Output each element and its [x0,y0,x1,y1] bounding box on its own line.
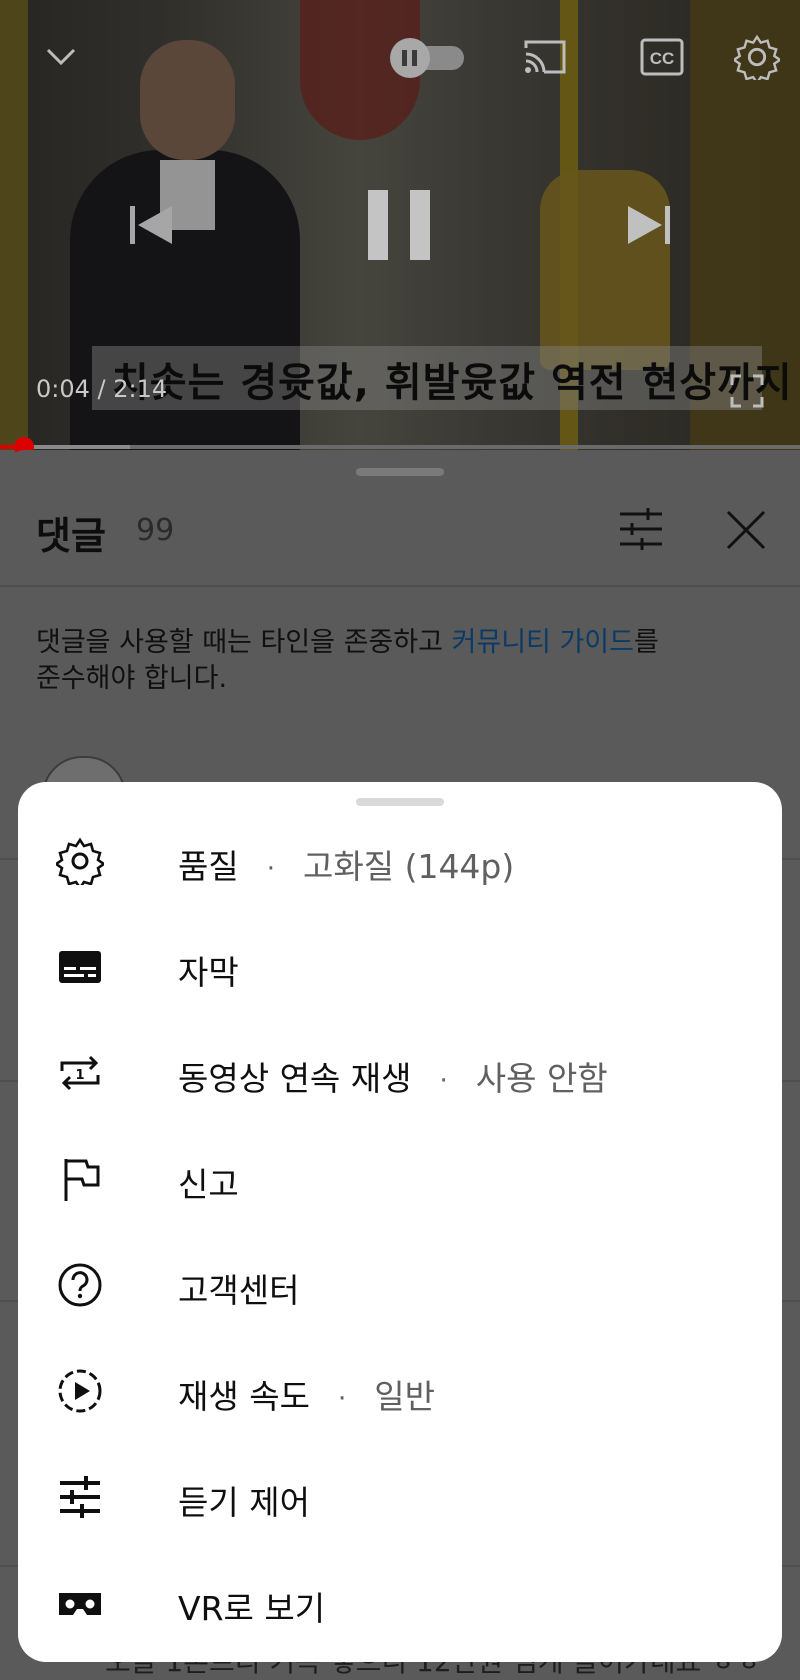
menu-item-value: 일반 [374,1377,435,1416]
community-guidelines-link[interactable]: 커뮤니티 가이드 [452,627,634,658]
pause-icon[interactable] [366,188,432,262]
sliders-icon [60,1476,100,1518]
menu-item-quality[interactable]: 품질 · 고화질 (144p) [18,810,782,916]
flag-icon [64,1159,100,1201]
menu-item-vr[interactable]: VR로 보기 [18,1552,782,1658]
playback-speed-icon [58,1369,102,1413]
subtitles-icon [59,951,101,983]
menu-item-label: 고객센터 [178,1271,300,1310]
svg-text:CC: CC [650,49,675,68]
vr-headset-icon [59,1593,101,1615]
autoplay-toggle-icon[interactable] [388,38,468,78]
fullscreen-icon[interactable] [730,374,764,408]
menu-item-autoplay[interactable]: 1 동영상 연속 재생 · 사용 안함 [18,1022,782,1128]
cast-icon[interactable] [522,38,568,76]
svg-text:1: 1 [75,1068,84,1083]
menu-item-label: VR로 보기 [178,1589,326,1628]
settings-icon[interactable] [734,34,780,80]
menu-item-label: 품질 [178,847,239,886]
menu-item-captions[interactable]: 자막 [18,916,782,1022]
filter-sort-icon[interactable] [618,508,664,550]
menu-item-label: 자막 [178,953,239,992]
comments-drag-handle[interactable] [356,468,444,476]
next-icon[interactable] [624,202,672,248]
gear-icon [56,837,104,885]
menu-item-value: 고화질 (144p) [303,847,515,886]
close-icon[interactable] [726,510,766,550]
menu-item-label: 재생 속도 [178,1377,310,1416]
time-display: 0:04 / 2:14 [36,375,168,403]
divider [0,585,800,587]
help-icon [58,1263,102,1307]
comments-title: 댓글 [36,514,106,558]
comments-count: 99 [136,513,175,548]
sheet-drag-handle[interactable] [356,798,444,806]
chevron-down-icon[interactable] [44,42,78,70]
menu-item-report[interactable]: 신고 [18,1128,782,1234]
repeat-one-icon: 1 [60,1055,100,1091]
menu-item-listening-controls[interactable]: 듣기 제어 [18,1446,782,1552]
closed-captions-icon[interactable]: CC [640,38,684,76]
menu-item-help[interactable]: 고객센터 [18,1234,782,1340]
menu-item-label: 듣기 제어 [178,1483,310,1522]
previous-icon[interactable] [128,202,176,248]
menu-item-playback-speed[interactable]: 재생 속도 · 일반 [18,1340,782,1446]
menu-item-value: 사용 안함 [475,1059,608,1098]
menu-item-label: 신고 [178,1165,239,1204]
video-player[interactable]: 치솟는 경윳값, 휘발윳값 역전 현상까지 CC 0:04 / 2:14 [0,0,800,450]
menu-item-label: 동영상 연속 재생 [178,1059,412,1098]
community-guidelines-notice: 댓글을 사용할 때는 타인을 존중하고 커뮤니티 가이드를 준수해야 합니다. [36,627,659,694]
